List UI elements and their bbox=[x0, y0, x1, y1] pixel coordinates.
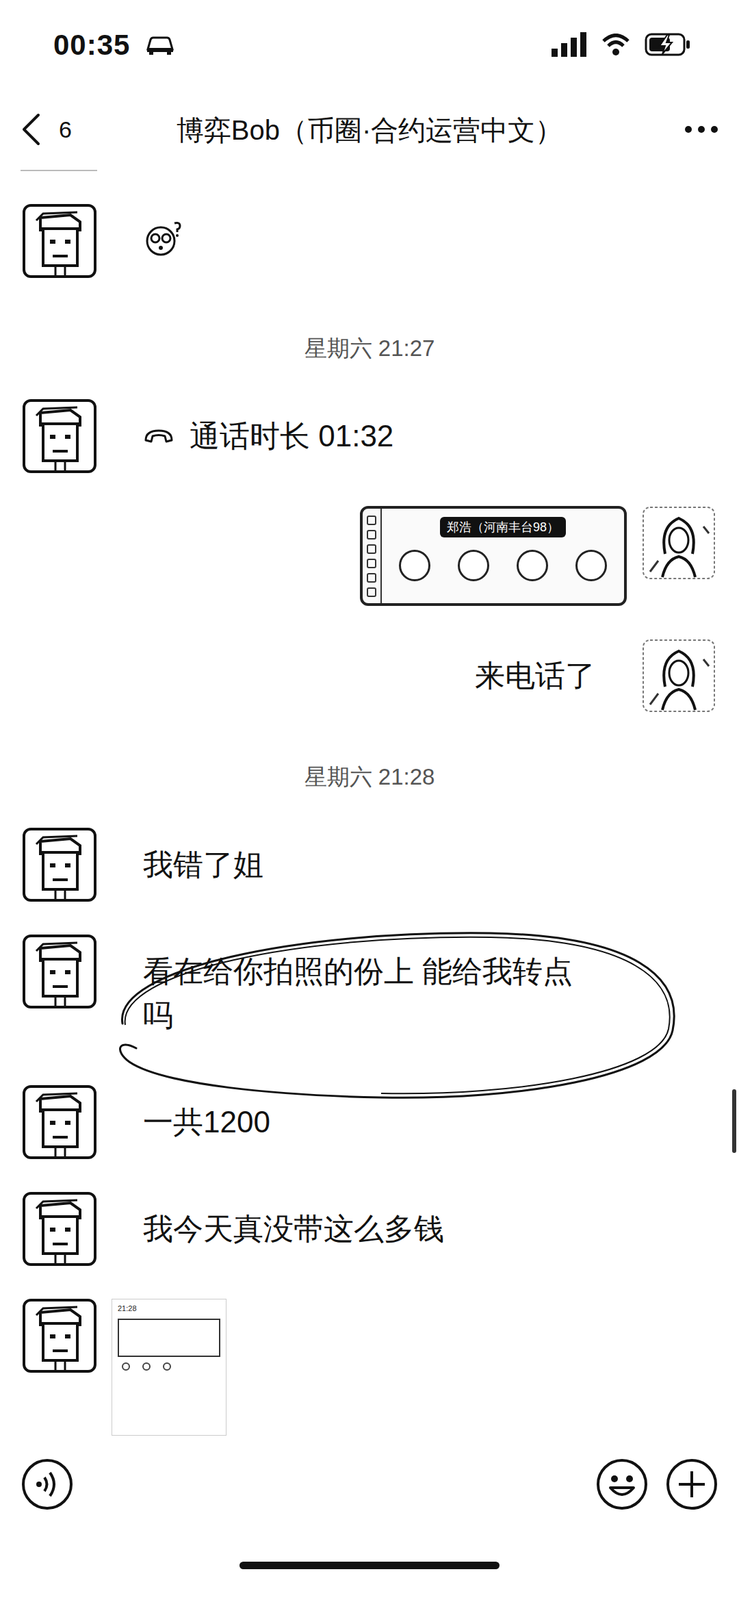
thumbnail-dot bbox=[121, 1361, 131, 1370]
message-row: 我今天真没带这么多钱 bbox=[0, 1191, 739, 1266]
emoji-icon[interactable] bbox=[595, 1456, 649, 1511]
call-button bbox=[516, 549, 549, 581]
status-right bbox=[551, 32, 692, 57]
message-text: 我今天真没带这么多钱 bbox=[143, 1211, 445, 1245]
avatar-icon[interactable] bbox=[22, 1191, 97, 1266]
back-button[interactable]: 6 bbox=[20, 88, 98, 172]
call-button bbox=[398, 549, 431, 581]
sidebar-dot bbox=[366, 572, 377, 583]
call-button bbox=[457, 549, 490, 581]
message-bubble[interactable]: 我今天真没带这么多钱 bbox=[110, 1191, 472, 1266]
message-bubble[interactable]: 看在给你拍照的份上 能给我转点吗 bbox=[110, 934, 616, 1052]
sidebar-dot bbox=[366, 558, 377, 568]
sidebar-dot bbox=[366, 543, 377, 554]
sidebar-dot bbox=[366, 529, 377, 540]
avatar-icon[interactable] bbox=[641, 505, 716, 580]
input-bar bbox=[0, 1436, 739, 1531]
thumbnail-dot bbox=[162, 1361, 172, 1370]
thumbnail-time: 21:28 bbox=[117, 1302, 221, 1313]
chat-screen: 00:35 6 博弈Bob（币圈·合约运营中文） 星期六 21:27 通话时长 01:3… bbox=[0, 0, 739, 1600]
home-area bbox=[0, 1530, 739, 1600]
caller-name: 郑浩（河南丰台98） bbox=[439, 516, 566, 538]
avatar-icon[interactable] bbox=[22, 827, 97, 902]
call-record[interactable]: 通话时长 01:32 bbox=[143, 413, 394, 458]
unread-count[interactable]: 6 bbox=[58, 112, 72, 148]
sticker-icon[interactable] bbox=[143, 218, 185, 258]
back-icon[interactable] bbox=[20, 112, 42, 147]
timestamp: 星期六 21:28 bbox=[0, 745, 739, 828]
status-left: 00:35 bbox=[53, 23, 176, 67]
thumbnail-icons bbox=[117, 1361, 221, 1370]
message-row: 我错了姐 bbox=[0, 827, 739, 902]
sidebar-dot bbox=[366, 587, 377, 597]
call-screenshot[interactable]: 郑浩（河南丰台98） bbox=[359, 505, 627, 606]
chat-title: 博弈Bob（币圈·合约运营中文） bbox=[169, 109, 570, 151]
wifi-icon bbox=[602, 33, 630, 56]
avatar-icon[interactable] bbox=[22, 203, 97, 278]
screenshot-sidebar bbox=[362, 508, 382, 603]
message-text: 来电话了 bbox=[474, 658, 596, 692]
timestamp: 星期六 21:27 bbox=[0, 316, 739, 399]
home-indicator[interactable] bbox=[239, 1560, 500, 1569]
image-thumbnail[interactable]: 21:28 bbox=[111, 1298, 227, 1435]
message-text: 一共1200 bbox=[143, 1104, 271, 1138]
signal-icon bbox=[551, 32, 588, 57]
call-duration: 通话时长 01:32 bbox=[189, 413, 394, 458]
message-text: 我错了姐 bbox=[143, 847, 264, 881]
sidebar-dot bbox=[366, 515, 377, 525]
message-row: 一共1200 bbox=[0, 1084, 739, 1159]
screenshot-main: 郑浩（河南丰台98） bbox=[381, 508, 625, 603]
call-button bbox=[575, 549, 607, 581]
voice-icon[interactable] bbox=[20, 1456, 74, 1511]
phone-icon bbox=[143, 427, 175, 445]
car-icon bbox=[145, 34, 176, 55]
more-button[interactable] bbox=[684, 121, 719, 139]
chat-header: 6 博弈Bob（币圈·合约运营中文） bbox=[0, 88, 739, 172]
circle-annotation-icon bbox=[107, 920, 683, 1106]
more-icon[interactable] bbox=[684, 125, 719, 134]
thumbnail-card bbox=[117, 1317, 221, 1357]
message-row: 看在给你拍照的份上 能给我转点吗 bbox=[0, 934, 739, 1052]
avatar-icon[interactable] bbox=[22, 1084, 97, 1159]
avatar-icon[interactable] bbox=[641, 638, 716, 713]
clock: 00:35 bbox=[53, 23, 131, 67]
avatar-icon[interactable] bbox=[22, 398, 97, 473]
avatar-icon[interactable] bbox=[22, 1298, 97, 1372]
message-row: 来电话了 bbox=[0, 638, 739, 713]
message-row: 郑浩（河南丰台98） bbox=[0, 505, 739, 606]
message-row bbox=[0, 203, 739, 284]
message-bubble[interactable]: 我错了姐 bbox=[110, 827, 291, 902]
avatar-icon[interactable] bbox=[22, 934, 97, 1008]
message-input[interactable] bbox=[90, 1456, 579, 1511]
message-row: 21:28 bbox=[0, 1298, 739, 1435]
call-buttons bbox=[398, 549, 607, 581]
message-list: 星期六 21:27 通话时长 01:32 郑浩（河南丰台98） 来电话了星期六 21:… bbox=[0, 171, 739, 1437]
message-bubble[interactable]: 一共1200 bbox=[110, 1084, 298, 1159]
message-row: 通话时长 01:32 bbox=[0, 398, 739, 473]
message-text: 看在给你拍照的份上 能给我转点吗 bbox=[143, 953, 573, 1032]
battery-icon bbox=[644, 32, 692, 57]
scroll-indicator bbox=[732, 1088, 737, 1153]
message-bubble[interactable]: 来电话了 bbox=[447, 638, 629, 713]
message-bubble[interactable] bbox=[110, 203, 212, 284]
status-bar: 00:35 bbox=[0, 0, 739, 89]
message-bubble[interactable]: 通话时长 01:32 bbox=[110, 398, 421, 473]
plus-icon[interactable] bbox=[665, 1456, 719, 1511]
thumbnail-dot bbox=[142, 1361, 151, 1370]
